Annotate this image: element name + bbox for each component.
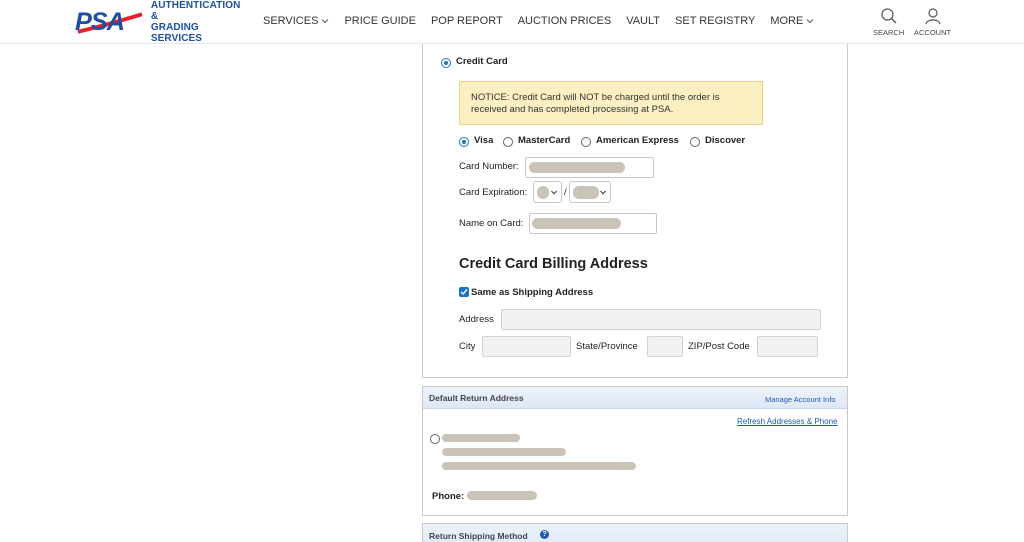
billing-zip-input[interactable]	[757, 336, 818, 357]
nav-services[interactable]: SERVICES	[263, 15, 329, 27]
redacted-value	[467, 491, 537, 500]
redacted-value	[442, 434, 520, 442]
mastercard-label: MasterCard	[518, 135, 571, 146]
psa-logo-mark: PSA	[75, 8, 143, 36]
redacted-value	[442, 462, 636, 470]
billing-state-input[interactable]	[647, 336, 683, 357]
psa-logo[interactable]: PSA AUTHENTICATION & GRADING SERVICES	[74, 0, 250, 44]
main-nav: SERVICES PRICE GUIDE POP REPORT AUCTION …	[263, 15, 814, 27]
nav-set-registry[interactable]: SET REGISTRY	[675, 15, 755, 27]
return-address-radio[interactable]	[430, 434, 440, 444]
zip-label: ZIP/Post Code	[688, 341, 750, 352]
discover-label: Discover	[705, 135, 746, 146]
chevron-down-icon	[806, 19, 814, 24]
user-icon	[924, 8, 941, 25]
nav-vault[interactable]: VAULT	[626, 15, 660, 27]
check-icon	[460, 289, 468, 296]
billing-address-input[interactable]	[501, 309, 821, 330]
return-address-panel: Default Return Address Manage Account In…	[422, 386, 848, 516]
credit-card-notice: NOTICE: Credit Card will NOT be charged …	[459, 81, 763, 125]
state-province-label: State/Province	[576, 341, 638, 352]
redacted-value	[532, 218, 621, 229]
nav-pop-report-label: POP REPORT	[430, 15, 503, 27]
card-number-label: Card Number:	[459, 161, 519, 172]
return-address-header: Default Return Address Manage Account In…	[423, 387, 847, 409]
chevron-down-icon	[600, 190, 606, 195]
nav-price-guide[interactable]: PRICE GUIDE	[344, 15, 416, 27]
return-address-title: Default Return Address	[429, 393, 524, 403]
credit-card-radio[interactable]	[441, 58, 451, 68]
nav-more-label: MORE	[770, 15, 804, 27]
same-as-shipping-checkbox[interactable]	[459, 287, 469, 297]
search-button[interactable]: SEARCH	[873, 7, 904, 37]
discover-radio[interactable]	[690, 137, 700, 147]
billing-address-heading: Credit Card Billing Address	[459, 256, 648, 272]
logo-tagline-line2: GRADING SERVICES	[150, 22, 203, 44]
city-label: City	[459, 341, 476, 352]
account-label: ACCOUNT	[914, 28, 952, 37]
return-shipping-panel: Return Shipping Method ?	[422, 523, 848, 542]
card-expiration-label: Card Expiration:	[459, 187, 528, 198]
search-icon	[881, 8, 897, 24]
expiration-month-select[interactable]	[533, 181, 562, 203]
redacted-value	[537, 186, 549, 199]
nav-vault-label: VAULT	[626, 15, 661, 27]
account-button[interactable]: ACCOUNT	[914, 7, 951, 37]
card-number-input[interactable]	[525, 157, 654, 178]
help-icon[interactable]: ?	[540, 530, 549, 539]
credit-card-label: Credit Card	[456, 56, 508, 67]
visa-label: Visa	[474, 135, 494, 146]
nav-auction-prices[interactable]: AUCTION PRICES	[518, 15, 612, 27]
visa-radio[interactable]	[459, 137, 469, 147]
search-label: SEARCH	[873, 28, 905, 37]
redacted-value	[442, 448, 566, 456]
billing-city-input[interactable]	[482, 336, 571, 357]
american-express-radio[interactable]	[581, 137, 591, 147]
same-as-shipping-label: Same as Shipping Address	[471, 287, 594, 298]
address-label: Address	[459, 314, 494, 325]
chevron-down-icon	[551, 190, 557, 195]
name-on-card-label: Name on Card:	[459, 218, 524, 229]
svg-text:PSA: PSA	[75, 8, 124, 36]
redacted-value	[573, 186, 599, 199]
american-express-label: American Express	[596, 135, 679, 146]
nav-services-label: SERVICES	[263, 15, 319, 27]
phone-label: Phone:	[432, 491, 465, 502]
logo-tagline-line1: AUTHENTICATION &	[150, 0, 241, 22]
refresh-addresses-link[interactable]: Refresh Addresses & Phone	[737, 417, 838, 426]
expiration-separator: /	[564, 187, 567, 198]
site-header: PSA AUTHENTICATION & GRADING SERVICES SE…	[0, 0, 1024, 44]
return-shipping-title: Return Shipping Method	[429, 531, 528, 541]
logo-tagline: AUTHENTICATION & GRADING SERVICES	[151, 0, 250, 44]
nav-pop-report[interactable]: POP REPORT	[431, 15, 503, 27]
expiration-year-select[interactable]	[569, 181, 611, 203]
nav-auction-prices-label: AUCTION PRICES	[517, 15, 612, 27]
nav-set-registry-label: SET REGISTRY	[675, 15, 756, 27]
nav-price-guide-label: PRICE GUIDE	[344, 15, 416, 27]
nav-more[interactable]: MORE	[770, 15, 814, 27]
mastercard-radio[interactable]	[503, 137, 513, 147]
manage-account-link[interactable]: Manage Account Info	[765, 395, 835, 404]
name-on-card-input[interactable]	[529, 213, 657, 234]
redacted-value	[529, 162, 625, 173]
chevron-down-icon	[322, 19, 329, 24]
